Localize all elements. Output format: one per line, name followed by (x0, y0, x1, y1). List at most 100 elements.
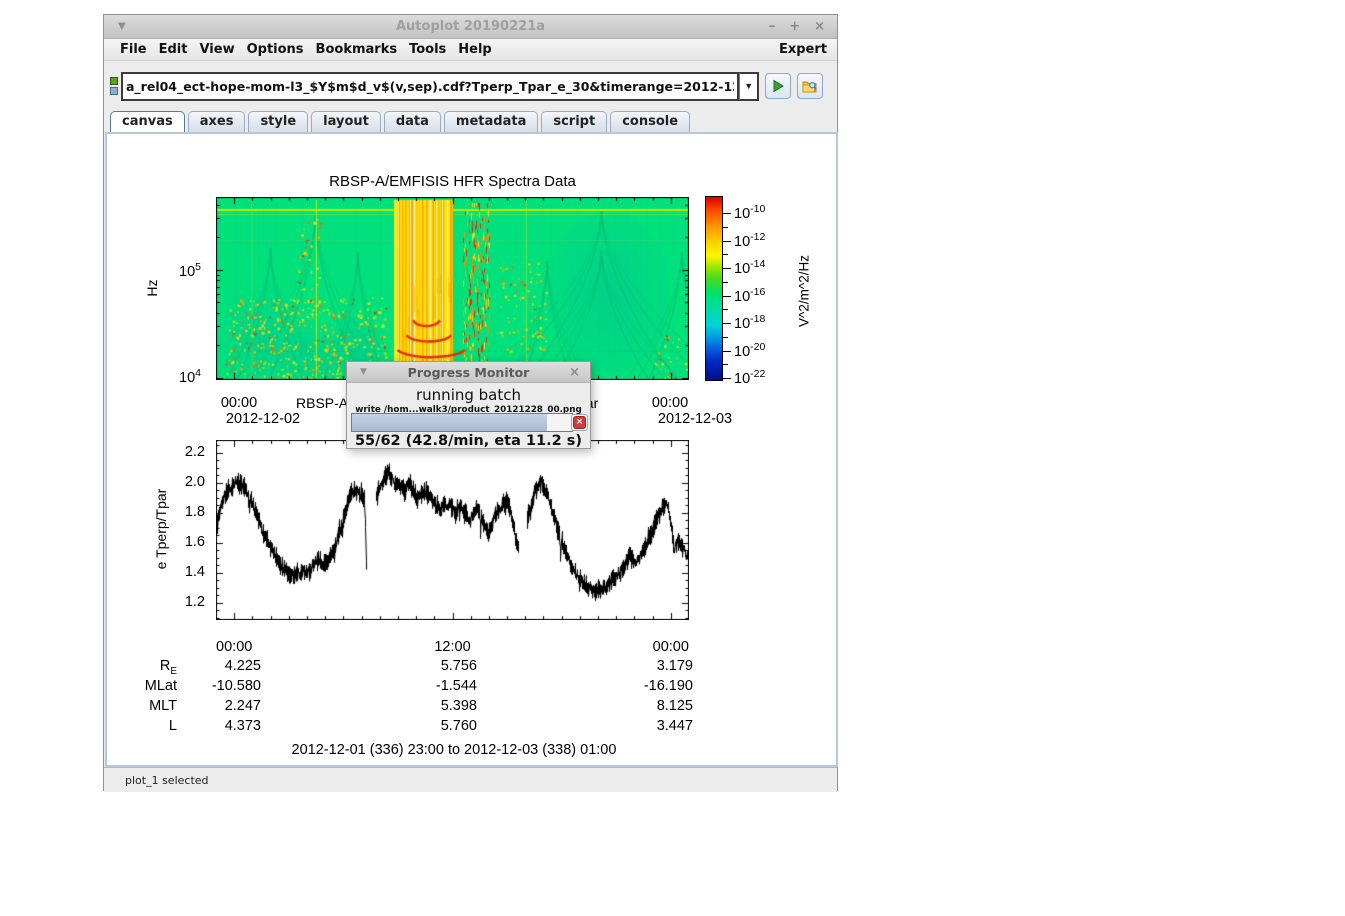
ephemeris-value: -10.580 (171, 678, 261, 694)
status-bar: plot_1 selected (104, 767, 837, 792)
spectrogram-title: RBSP-A/EMFISIS HFR Spectra Data (216, 173, 689, 190)
blue-box-icon (110, 87, 118, 95)
tab-console[interactable]: console (610, 111, 690, 132)
progress-status-label: 55/62 (42.8/min, eta 11.2 s) (347, 433, 590, 449)
menu-tools[interactable]: Tools (403, 42, 452, 57)
ephemeris-row: L4.373 5.760 3.447 (107, 718, 747, 736)
tab-layout[interactable]: layout (311, 111, 381, 132)
colorbar-label: V^2/m^2/Hz (797, 255, 812, 327)
colorbar-tick (723, 213, 731, 214)
timeseries-ylabel: e Tperp/Tpar (153, 489, 169, 570)
colorbar-tick (723, 378, 731, 379)
uri-dropdown-button[interactable]: ▼ (739, 72, 759, 101)
ephemeris-row: RE4.2255.7563.179 (107, 658, 747, 676)
maximize-button[interactable]: + (789, 19, 800, 34)
stop-icon: × (573, 416, 586, 429)
ephemeris-value: 5.756 (387, 658, 477, 674)
uri-type-icons (110, 77, 118, 95)
ephemeris-value: 3.179 (603, 658, 693, 674)
tab-bar: canvasaxesstylelayoutdatametadatascriptc… (104, 111, 837, 132)
timeseries-ytick-label: 1.6 (165, 534, 205, 550)
menu-bar: FileEditViewOptionsBookmarksToolsHelp Ex… (104, 39, 837, 61)
colorbar-tick-label: 10-14 (734, 258, 765, 277)
progress-dialog-titlebar[interactable]: ▼ Progress Monitor × (347, 362, 590, 383)
progress-bar (351, 413, 573, 432)
colorbar-tick-label: 10-20 (734, 341, 765, 360)
colorbar-tick-label: 10-22 (734, 368, 765, 387)
tab-script[interactable]: script (541, 111, 607, 132)
menu-file[interactable]: File (114, 42, 153, 57)
menu-help[interactable]: Help (452, 42, 497, 57)
menu-view[interactable]: View (193, 42, 240, 57)
tab-data[interactable]: data (384, 111, 441, 132)
plot-go-button[interactable] (765, 73, 791, 99)
inspect-uri-button[interactable] (797, 73, 823, 99)
colorbar-tick (723, 268, 731, 269)
timeseries-ytick-label: 1.8 (165, 504, 205, 520)
progress-monitor-dialog: ▼ Progress Monitor × running batch write… (346, 361, 591, 449)
tab-metadata[interactable]: metadata (444, 111, 538, 132)
colorbar-tick (723, 364, 728, 365)
close-button[interactable]: × (814, 19, 825, 34)
menu-edit[interactable]: Edit (153, 42, 194, 57)
open-folder-icon (802, 79, 818, 94)
ephemeris-value: 2.247 (171, 698, 261, 714)
ephemeris-value: 3.447 (603, 718, 693, 734)
timeseries-canvas[interactable] (216, 440, 689, 620)
ephemeris-value: 8.125 (603, 698, 693, 714)
status-text: plot_1 selected (125, 774, 209, 787)
time-range-label: 2012-12-01 (336) 23:00 to 2012-12-03 (33… (216, 742, 692, 758)
progress-bar-fill (352, 414, 547, 431)
colorbar-tick-label: 10-16 (734, 286, 765, 305)
play-icon (771, 79, 785, 93)
spectrogram-ytick-label: 105 (163, 261, 201, 280)
expert-label[interactable]: Expert (779, 42, 827, 57)
chevron-down-icon: ▼ (744, 81, 753, 91)
uri-toolbar: ▼ (104, 61, 837, 111)
ephemeris-row-label: MLat (117, 678, 177, 694)
spectrogram-canvas[interactable] (216, 197, 689, 380)
uri-input[interactable] (121, 72, 739, 101)
tab-axes[interactable]: axes (188, 111, 246, 132)
timeseries-ytick-label: 1.4 (165, 564, 205, 580)
tab-style[interactable]: style (248, 111, 308, 132)
progress-task-label: running batch (347, 386, 590, 404)
colorbar-tick (723, 337, 728, 338)
spectrogram-xtick-right: 00:00 (640, 395, 700, 411)
plot2-title-fragment-left: RBSP-A (296, 395, 347, 411)
minimize-button[interactable]: – (769, 19, 776, 34)
spectrogram-ytick-label: 104 (163, 367, 201, 386)
tab-canvas[interactable]: canvas (110, 111, 185, 132)
dialog-close-icon[interactable]: × (569, 365, 580, 380)
colorbar-tick (723, 241, 731, 242)
stop-button[interactable]: × (571, 414, 588, 431)
colorbar-tick (723, 254, 728, 255)
colorbar-tick (723, 296, 731, 297)
spectrogram-ylabel: Hz (144, 279, 160, 296)
window-title: Autoplot 20190221a (104, 19, 837, 34)
ephemeris-row-label: L (117, 718, 177, 734)
menu-options[interactable]: Options (241, 42, 310, 57)
ephemeris-value: 4.373 (171, 718, 261, 734)
window-titlebar[interactable]: ▼ Autoplot 20190221a – + × (104, 15, 837, 39)
timeseries-ytick-label: 2.0 (165, 474, 205, 490)
ephemeris-row-label: MLT (117, 698, 177, 714)
spectrogram-date-left: 2012-12-02 (208, 411, 318, 427)
spectrogram-date-right: 2012-12-03 (640, 411, 750, 427)
colorbar-tick (723, 282, 728, 283)
colorbar-tick (723, 227, 728, 228)
timeseries-ytick-label: 2.2 (165, 444, 205, 460)
timeseries-xtick-label: 12:00 (423, 639, 483, 655)
colorbar[interactable] (705, 196, 723, 381)
ephemeris-row-label: RE (117, 658, 177, 677)
ephemeris-value: -1.544 (387, 678, 477, 694)
green-box-icon (110, 77, 118, 85)
plot-canvas-panel: RBSP-A/EMFISIS HFR Spectra Data Hz 105 10… (105, 132, 838, 767)
ephemeris-value: 5.760 (387, 718, 477, 734)
timeseries-ytick-label: 1.2 (165, 594, 205, 610)
spectrogram-xtick-left: 00:00 (209, 395, 269, 411)
colorbar-tick-label: 10-12 (734, 231, 765, 250)
menu-bookmarks[interactable]: Bookmarks (310, 42, 404, 57)
ephemeris-row: MLT2.2475.3988.125 (107, 698, 747, 716)
progress-dialog-title: Progress Monitor (347, 365, 590, 380)
